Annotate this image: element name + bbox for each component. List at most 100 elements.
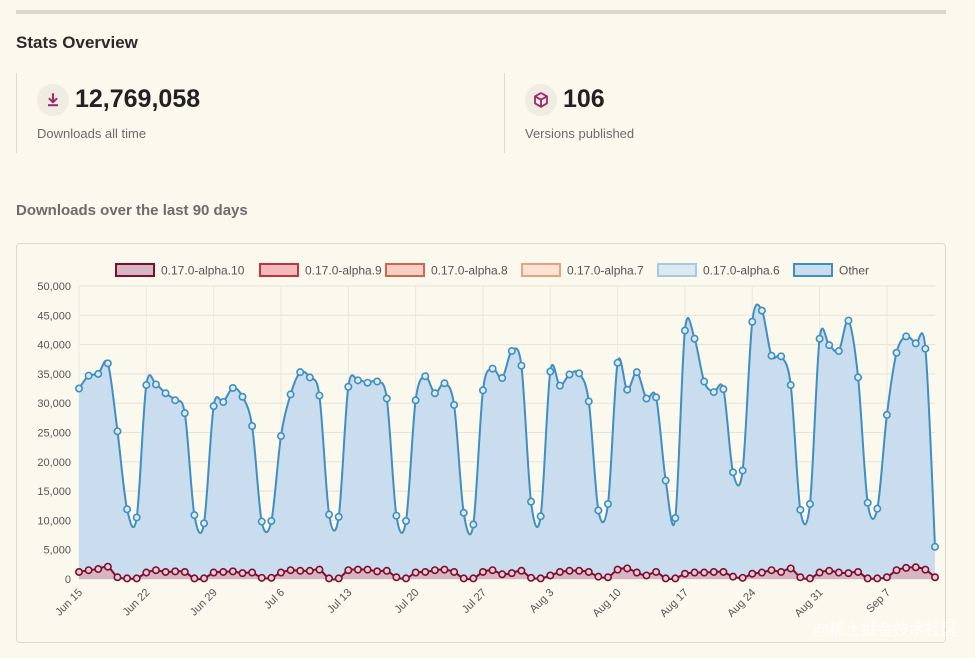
data-point-other bbox=[325, 510, 334, 519]
x-tick-label: Aug 24 bbox=[725, 587, 758, 620]
y-tick-label: 20,000 bbox=[37, 457, 71, 469]
legend-label: 0.17.0-alpha.9 bbox=[305, 264, 382, 278]
data-point-other bbox=[459, 508, 468, 517]
data-point-other bbox=[344, 382, 353, 391]
versions-published-value: 106 bbox=[563, 85, 605, 113]
data-point-alpha10 bbox=[652, 567, 661, 576]
data-point-alpha10 bbox=[257, 573, 266, 582]
data-point-alpha10 bbox=[882, 573, 891, 582]
data-point-alpha10 bbox=[603, 573, 612, 582]
data-point-other bbox=[103, 359, 112, 368]
y-tick-label: 5,000 bbox=[43, 545, 71, 557]
data-point-alpha10 bbox=[584, 567, 593, 576]
y-tick-label: 50,000 bbox=[37, 281, 71, 293]
legend-label: 0.17.0-alpha.8 bbox=[431, 264, 508, 278]
data-point-alpha10 bbox=[113, 573, 122, 582]
data-point-other bbox=[430, 389, 439, 398]
versions-published-label: Versions published bbox=[525, 126, 635, 141]
data-point-other bbox=[382, 394, 391, 403]
data-point-alpha10 bbox=[421, 567, 430, 576]
data-point-other bbox=[142, 381, 151, 390]
data-point-alpha10 bbox=[507, 569, 516, 578]
downloads-chart: 0 5,000 10,000 15,000 20,000 25,000 30,000 35,0… bbox=[37, 263, 939, 620]
data-point-alpha10 bbox=[132, 574, 141, 583]
data-point-other bbox=[805, 499, 814, 508]
data-point-alpha10 bbox=[921, 565, 930, 574]
data-point-other bbox=[248, 422, 257, 431]
data-point-other bbox=[276, 432, 285, 441]
data-point-alpha10 bbox=[440, 565, 449, 574]
data-point-alpha10 bbox=[738, 573, 747, 582]
data-point-alpha10 bbox=[84, 566, 93, 575]
data-point-other bbox=[902, 332, 911, 341]
y-tick-label: 10,000 bbox=[37, 515, 71, 527]
data-point-other bbox=[296, 368, 305, 377]
data-point-alpha10 bbox=[911, 563, 920, 572]
data-point-alpha10 bbox=[555, 567, 564, 576]
data-point-alpha10 bbox=[363, 565, 372, 574]
top-divider bbox=[16, 10, 946, 14]
data-point-other bbox=[555, 381, 564, 390]
data-point-other bbox=[315, 391, 324, 400]
data-point-other bbox=[661, 476, 670, 485]
data-point-other bbox=[507, 347, 516, 356]
data-point-alpha10 bbox=[392, 573, 401, 582]
data-point-alpha10 bbox=[594, 572, 603, 581]
downloads-all-time-label: Downloads all time bbox=[37, 126, 147, 141]
data-point-other bbox=[363, 378, 372, 387]
data-point-alpha10 bbox=[709, 567, 718, 576]
data-point-other bbox=[834, 347, 843, 356]
data-point-alpha10 bbox=[786, 564, 795, 573]
data-point-alpha10 bbox=[286, 566, 295, 575]
data-point-alpha10 bbox=[805, 574, 814, 583]
data-point-alpha10 bbox=[536, 574, 545, 583]
data-point-alpha10 bbox=[228, 567, 237, 576]
legend-swatch bbox=[259, 263, 299, 277]
data-point-other bbox=[123, 505, 132, 514]
data-point-alpha10 bbox=[200, 574, 209, 583]
data-point-alpha10 bbox=[863, 574, 872, 583]
data-point-other bbox=[603, 499, 612, 508]
data-point-alpha10 bbox=[729, 572, 738, 581]
x-tick-label: Jul 20 bbox=[393, 587, 422, 616]
data-point-alpha10 bbox=[103, 562, 112, 571]
data-point-alpha10 bbox=[142, 568, 151, 577]
data-point-other bbox=[171, 396, 180, 405]
data-point-other bbox=[411, 396, 420, 405]
data-point-other bbox=[286, 390, 295, 399]
data-point-other bbox=[238, 392, 247, 401]
legend-item: 0.17.0-alpha.10 bbox=[115, 263, 245, 278]
data-point-other bbox=[536, 512, 545, 521]
versions-stat-card: 106 Versions published bbox=[504, 73, 945, 153]
data-point-alpha10 bbox=[430, 566, 439, 575]
data-point-other bbox=[623, 385, 632, 394]
data-point-other bbox=[613, 358, 622, 367]
legend-label: 0.17.0-alpha.7 bbox=[567, 264, 644, 278]
data-point-other bbox=[786, 381, 795, 390]
data-point-other bbox=[584, 397, 593, 406]
data-point-other bbox=[767, 351, 776, 360]
data-point-other bbox=[469, 520, 478, 529]
data-point-other bbox=[132, 513, 141, 522]
data-point-other bbox=[440, 379, 449, 388]
legend-swatch bbox=[521, 263, 561, 277]
data-point-other bbox=[517, 361, 526, 370]
data-point-other bbox=[334, 512, 343, 521]
data-point-alpha10 bbox=[402, 574, 411, 583]
data-point-alpha10 bbox=[757, 568, 766, 577]
data-point-other bbox=[709, 388, 718, 397]
data-point-alpha10 bbox=[344, 566, 353, 575]
data-point-alpha10 bbox=[546, 571, 555, 580]
legend-item: 0.17.0-alpha.7 bbox=[521, 263, 644, 278]
data-point-alpha10 bbox=[623, 564, 632, 573]
x-tick-label: Jul 6 bbox=[262, 587, 287, 612]
data-point-other bbox=[267, 516, 276, 525]
data-point-alpha10 bbox=[382, 566, 391, 575]
data-point-alpha10 bbox=[151, 566, 160, 575]
downloads-stat-card: 12,769,058 Downloads all time bbox=[16, 73, 487, 153]
data-point-alpha10 bbox=[930, 573, 939, 582]
data-point-other bbox=[671, 514, 680, 523]
data-point-alpha10 bbox=[74, 567, 83, 576]
legend-label: Other bbox=[839, 264, 869, 278]
data-point-other bbox=[575, 369, 584, 378]
